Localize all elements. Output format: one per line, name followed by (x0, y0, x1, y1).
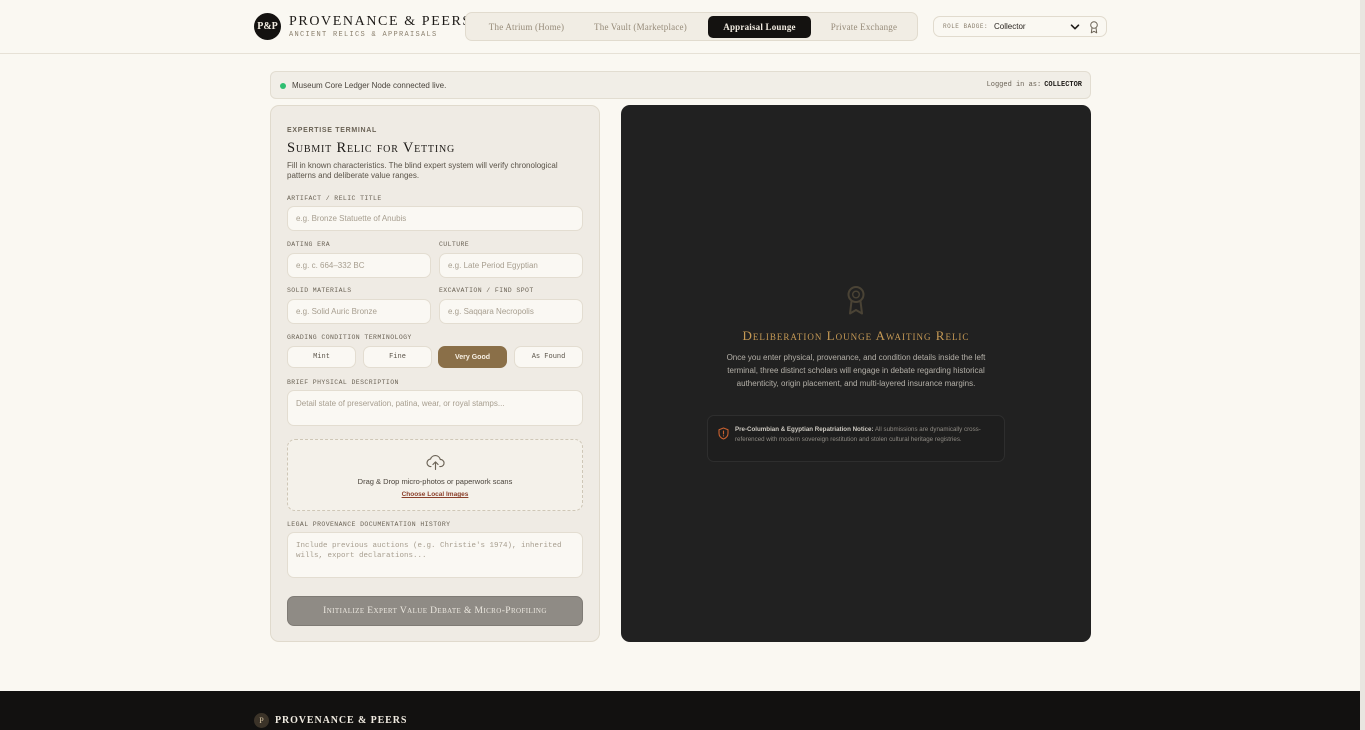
notice-heading: Pre-Columbian & Egyptian Repatriation No… (735, 426, 874, 433)
culture-input[interactable] (439, 253, 583, 278)
grade-fine-button[interactable]: Fine (363, 346, 432, 368)
status-dot-icon (280, 83, 286, 89)
repatriation-notice: Pre-Columbian & Egyptian Repatriation No… (707, 415, 1005, 462)
panel-description: Fill in known characteristics. The blind… (287, 161, 558, 180)
ledger-status-bar: Museum Core Ledger Node connected live. … (270, 71, 1091, 99)
page-scrollbar[interactable] (1360, 0, 1365, 730)
brand-title[interactable]: PROVENANCE & PEERS (289, 14, 472, 30)
footer-logo-badge: P (254, 713, 269, 728)
award-medal-icon (847, 286, 865, 315)
find-spot-input[interactable] (439, 299, 583, 324)
cloud-upload-icon (426, 455, 445, 471)
main-nav: The Atrium (Home) The Vault (Marketplace… (465, 12, 918, 41)
tab-appraisal-lounge[interactable]: Appraisal Lounge (708, 16, 811, 38)
shield-alert-icon (718, 427, 729, 440)
grade-as-found-button[interactable]: As Found (514, 346, 583, 368)
initialize-debate-button[interactable]: Initialize Expert Value Debate & Micro-P… (287, 596, 583, 626)
chevron-down-icon (1070, 24, 1080, 30)
status-text: Museum Core Ledger Node connected live. (292, 81, 447, 90)
physical-description-label: BRIEF PHYSICAL DESCRIPTION (287, 379, 399, 386)
choose-local-images-link[interactable]: Choose Local Images (288, 491, 582, 498)
grade-very-good-button[interactable]: Very Good (438, 346, 507, 368)
tab-private-exchange[interactable]: Private Exchange (818, 16, 910, 38)
tab-atrium-home[interactable]: The Atrium (Home) (475, 16, 578, 38)
provenance-history-input[interactable] (287, 532, 583, 578)
footer-brand: PROVENANCE & PEERS (275, 715, 408, 726)
lounge-description: Once you enter physical, provenance, and… (726, 353, 986, 388)
find-spot-label: EXCAVATION / FIND SPOT (439, 287, 534, 294)
panel-title: Submit Relic for Vetting (287, 140, 456, 156)
page-footer: P PROVENANCE & PEERS (0, 691, 1360, 730)
notice-text: Pre-Columbian & Egyptian Repatriation No… (735, 425, 997, 445)
provenance-history-label: LEGAL PROVENANCE DOCUMENTATION HISTORY (287, 521, 451, 528)
solid-materials-input[interactable] (287, 299, 431, 324)
upload-instructions: Drag & Drop micro-photos or paperwork sc… (357, 477, 513, 486)
physical-description-input[interactable] (287, 390, 583, 426)
logged-in-label: Logged in as: (986, 81, 1042, 89)
dating-era-input[interactable] (287, 253, 431, 278)
tab-vault-marketplace[interactable]: The Vault (Marketplace) (582, 16, 699, 38)
grade-mint-button[interactable]: Mint (287, 346, 356, 368)
grading-label: GRADING CONDITION TERMINOLOGY (287, 334, 412, 341)
expertise-terminal-panel: EXPERTISE TERMINAL Submit Relic for Vett… (270, 105, 600, 642)
role-badge-select[interactable]: ROLE BADGE: Collector (933, 16, 1107, 37)
dating-era-label: DATING ERA (287, 241, 331, 248)
image-upload-dropzone[interactable]: Drag & Drop micro-photos or paperwork sc… (287, 439, 583, 511)
artifact-title-input[interactable] (287, 206, 583, 231)
brand-subtitle: ANCIENT RELICS & APPRAISALS (289, 31, 438, 39)
culture-label: CULTURE (439, 241, 470, 248)
lounge-title: Deliberation Lounge Awaiting Relic (742, 328, 970, 343)
deliberation-lounge-panel: Deliberation Lounge Awaiting Relic Once … (621, 105, 1091, 642)
solid-materials-label: SOLID MATERIALS (287, 287, 352, 294)
role-badge-label: ROLE BADGE: (943, 23, 989, 30)
logo-badge[interactable]: P&P (254, 13, 281, 40)
artifact-title-label: ARTIFACT / RELIC TITLE (287, 195, 382, 202)
role-badge-value: Collector (994, 22, 1026, 31)
panel-eyebrow: EXPERTISE TERMINAL (287, 127, 377, 134)
award-ribbon-icon (1090, 21, 1098, 34)
logged-in-indicator: Logged in as: COLLECTOR (987, 81, 1082, 89)
logged-in-role: COLLECTOR (1044, 81, 1082, 89)
top-header: P&P PROVENANCE & PEERS ANCIENT RELICS & … (0, 0, 1365, 54)
